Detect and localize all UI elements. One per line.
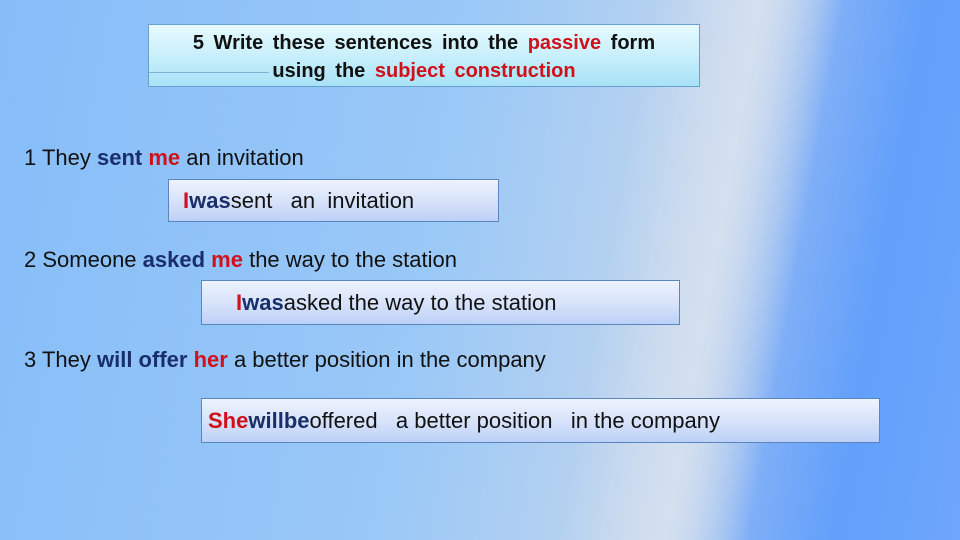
- instruction-highlight-subject-construction: subject construction: [374, 60, 576, 82]
- active-object: me: [211, 247, 243, 272]
- passive-aux: was: [242, 289, 284, 315]
- active-subject: Someone: [36, 247, 143, 272]
- active-sentence-3: 3 They will offer her a better position …: [24, 347, 546, 373]
- decorative-rule: [149, 72, 269, 73]
- instruction-line-2: using the subject construction: [149, 57, 699, 85]
- passive-subject: She: [208, 407, 249, 433]
- passive-aux: will: [248, 407, 284, 433]
- sentence-number: 1: [24, 145, 37, 170]
- active-subject: They: [36, 347, 97, 372]
- active-sentence-2: 2 Someone asked me the way to the statio…: [24, 247, 457, 273]
- instruction-box: 5 Write these sentences into the passive…: [148, 24, 700, 87]
- instruction-text: 5 Write these sentences into the: [192, 32, 528, 54]
- active-rest: a better position in the company: [227, 347, 546, 372]
- active-verb: sent: [97, 145, 143, 170]
- active-rest: an invitation: [180, 145, 304, 170]
- active-subject: They: [36, 145, 97, 170]
- passive-aux: was: [189, 187, 231, 213]
- passive-answer-1: I was sent an invitation: [168, 179, 499, 222]
- instruction-highlight-passive: passive: [527, 32, 602, 54]
- instruction-text: form: [601, 32, 656, 54]
- active-rest: the way to the station: [242, 247, 457, 272]
- passive-rest: offered a better position in the company: [309, 407, 721, 433]
- passive-rest: asked the way to the station: [283, 289, 557, 315]
- active-object: me: [148, 145, 181, 170]
- passive-answer-3: She will be offered a better position in…: [201, 398, 880, 443]
- sentence-number: 3: [24, 347, 37, 372]
- sentence-number: 2: [24, 247, 37, 272]
- instruction-line-1: 5 Write these sentences into the passive…: [149, 29, 699, 57]
- instruction-text: using the: [272, 60, 375, 82]
- slide: 5 Write these sentences into the passive…: [0, 0, 960, 540]
- passive-answer-2: I was asked the way to the station: [201, 280, 680, 325]
- active-sentence-1: 1 They sent me an invitation: [24, 145, 304, 171]
- active-object: her: [193, 347, 228, 372]
- active-verb: will offer: [97, 347, 188, 372]
- active-verb: asked: [142, 247, 206, 272]
- passive-aux-2: be: [283, 407, 310, 433]
- passive-rest: sent an invitation: [230, 187, 415, 213]
